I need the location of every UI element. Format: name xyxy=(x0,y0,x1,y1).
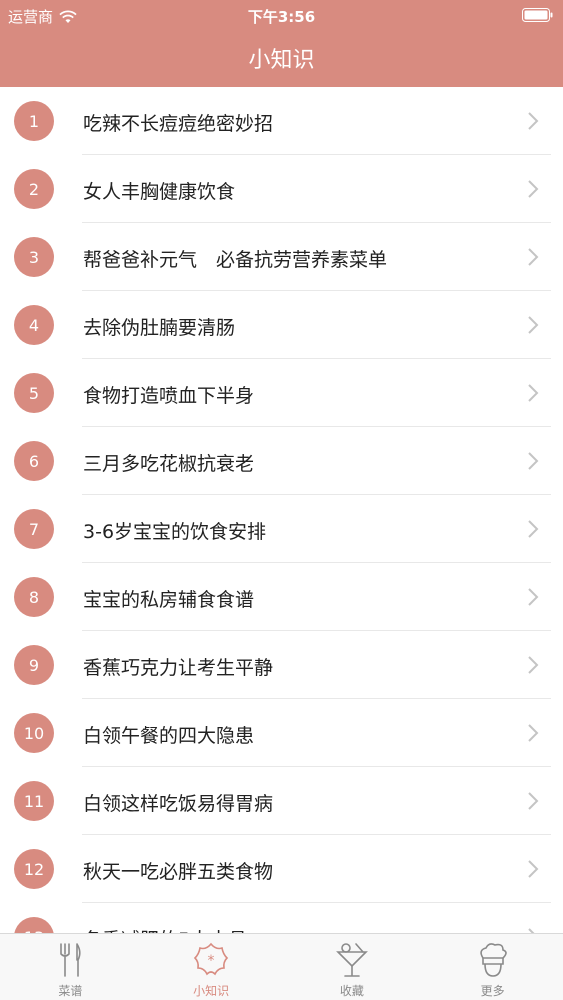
tab-label: 更多 xyxy=(480,984,505,998)
item-title: 去除伪肚腩要清肠 xyxy=(83,317,236,339)
chevron-right-icon xyxy=(528,316,539,334)
item-title: 白领这样吃饭易得胃病 xyxy=(83,793,274,815)
item-title: 帮爸爸补元气 必备抗劳营养素菜单 xyxy=(83,249,388,271)
chevron-right-icon xyxy=(528,724,539,742)
list-item[interactable]: 12 秋天一吃必胖五类食物 xyxy=(0,835,563,903)
status-bar: 运营商 下午3:56 xyxy=(0,0,563,30)
item-number-badge: 2 xyxy=(14,169,54,209)
list-item[interactable]: 1 吃辣不长痘痘绝密妙招 xyxy=(0,87,563,155)
chevron-right-icon xyxy=(528,860,539,878)
chevron-right-icon xyxy=(528,112,539,130)
item-title: 香蕉巧克力让考生平静 xyxy=(83,657,274,679)
list-item[interactable]: 3 帮爸爸补元气 必备抗劳营养素菜单 xyxy=(0,223,563,291)
tab-recipes[interactable]: 菜谱 xyxy=(0,934,141,1000)
list-item[interactable]: 4 去除伪肚腩要清肠 xyxy=(0,291,563,359)
item-title: 吃辣不长痘痘绝密妙招 xyxy=(83,113,274,135)
tab-more[interactable]: 更多 xyxy=(422,934,563,1000)
fork-knife-icon xyxy=(60,943,81,977)
tab-favorites[interactable]: 收藏 xyxy=(282,934,423,1000)
list-item[interactable]: 2 女人丰胸健康饮食 xyxy=(0,155,563,223)
tab-label: 小知识 xyxy=(193,984,230,998)
item-number-badge: 6 xyxy=(14,441,54,481)
item-number-badge: 8 xyxy=(14,577,54,617)
chevron-right-icon xyxy=(528,384,539,402)
item-title: 女人丰胸健康饮食 xyxy=(83,181,236,203)
tab-label: 菜谱 xyxy=(58,984,83,998)
chevron-right-icon xyxy=(528,792,539,810)
item-number-badge: 12 xyxy=(14,849,54,889)
list-item[interactable]: 9 香蕉巧克力让考生平静 xyxy=(0,631,563,699)
item-number-badge: 10 xyxy=(14,713,54,753)
item-number-badge: 9 xyxy=(14,645,54,685)
chevron-right-icon xyxy=(528,588,539,606)
item-title: 三月多吃花椒抗衰老 xyxy=(83,453,255,475)
list-item[interactable]: 7 3-6岁宝宝的饮食安排 xyxy=(0,495,563,563)
list-item[interactable]: 5 食物打造喷血下半身 xyxy=(0,359,563,427)
list-item[interactable]: 11 白领这样吃饭易得胃病 xyxy=(0,767,563,835)
header: 运营商 下午3:56 小知识 xyxy=(0,0,563,87)
item-title: 宝宝的私房辅食食谱 xyxy=(83,589,255,611)
list-item[interactable]: 13 冬季减肥的5大丰具 xyxy=(0,903,563,933)
chevron-right-icon xyxy=(528,452,539,470)
item-number-badge: 11 xyxy=(14,781,54,821)
chevron-right-icon xyxy=(528,248,539,266)
item-title: 食物打造喷血下半身 xyxy=(83,385,255,407)
list-item[interactable]: 6 三月多吃花椒抗衰老 xyxy=(0,427,563,495)
item-number-badge: 4 xyxy=(14,305,54,345)
tab-knowledge[interactable]: * 小知识 xyxy=(141,934,282,1000)
item-number-badge: 1 xyxy=(14,101,54,141)
item-number-badge: 5 xyxy=(14,373,54,413)
item-number-badge: 3 xyxy=(14,237,54,277)
item-number-badge: 7 xyxy=(14,509,54,549)
chevron-right-icon xyxy=(528,180,539,198)
chevron-right-icon xyxy=(528,520,539,538)
tab-bar: 菜谱 * 小知识 收藏 更多 xyxy=(0,933,563,1000)
item-title: 白领午餐的四大隐患 xyxy=(83,725,255,747)
item-number-badge: 13 xyxy=(14,917,54,933)
knowledge-list[interactable]: 1 吃辣不长痘痘绝密妙招 2 女人丰胸健康饮食 3 帮爸爸补元气 必备抗劳营养素… xyxy=(0,87,563,933)
svg-text:*: * xyxy=(208,953,215,969)
chevron-right-icon xyxy=(528,656,539,674)
cocktail-icon xyxy=(335,943,368,977)
battery-icon xyxy=(522,8,553,22)
status-time: 下午3:56 xyxy=(247,8,316,26)
flower-star-icon: * xyxy=(193,942,229,976)
chef-hat-icon xyxy=(479,943,507,977)
page-title: 小知识 xyxy=(248,48,315,73)
tab-label: 收藏 xyxy=(339,984,364,998)
list-item[interactable]: 8 宝宝的私房辅食食谱 xyxy=(0,563,563,631)
item-title: 冬季减肥的5大丰具 xyxy=(83,925,247,933)
list-item[interactable]: 10 白领午餐的四大隐患 xyxy=(0,699,563,767)
item-title: 3-6岁宝宝的饮食安排 xyxy=(83,521,267,543)
item-title: 秋天一吃必胖五类食物 xyxy=(83,861,274,883)
